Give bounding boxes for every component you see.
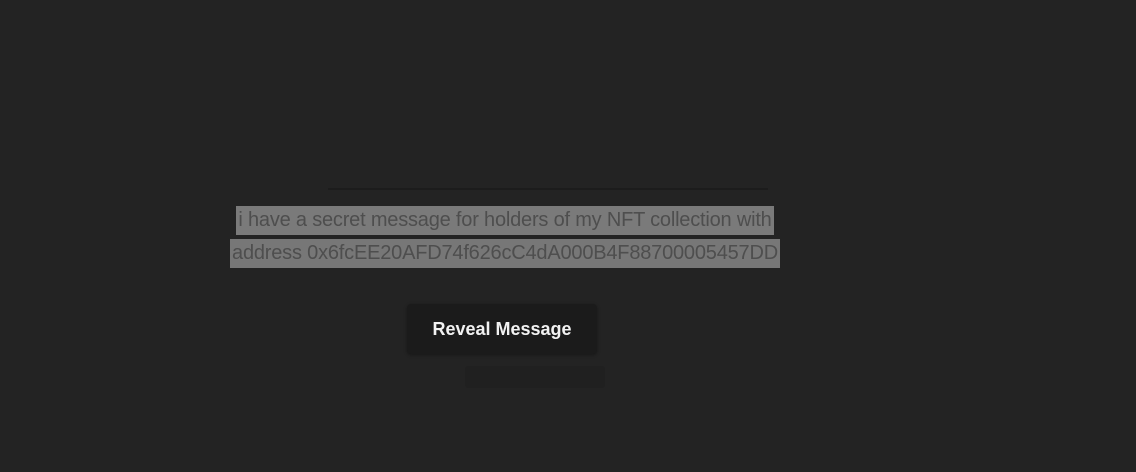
message-line-1: i have a secret message for holders of m… [236, 206, 774, 235]
secret-message-text: i have a secret message for holders of m… [180, 204, 830, 270]
message-line-2: address 0x6fcEE20AFD74f626cC4dA000B4F887… [230, 239, 780, 268]
page: i have a secret message for holders of m… [0, 0, 1136, 472]
button-shadow [465, 366, 605, 388]
reveal-message-button[interactable]: Reveal Message [407, 304, 597, 354]
divider [328, 188, 768, 190]
